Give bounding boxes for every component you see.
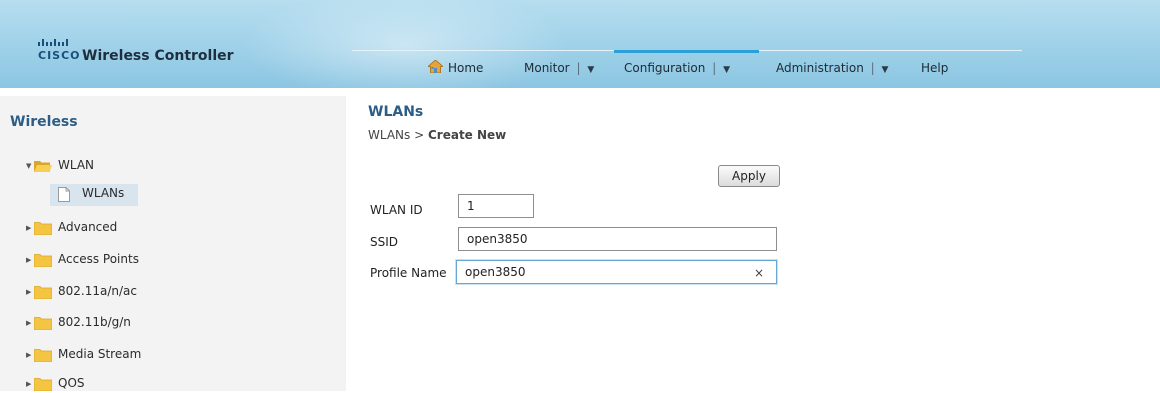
folder-icon [34,377,52,391]
tree-item-label: Access Points [58,252,139,266]
breadcrumb-separator: > [414,128,425,142]
cisco-wordmark: CISCO [38,49,81,62]
ssid-label: SSID [370,235,399,249]
dropdown-arrow-icon: ▼ [587,65,595,75]
nav-monitor-label: Monitor [524,61,570,75]
folder-icon [34,221,52,235]
cisco-logo: CISCO [38,36,80,62]
nav-home[interactable]: Home [448,61,483,75]
home-icon[interactable] [428,60,443,73]
tree-item-qos[interactable]: ▶ QOS [26,374,85,392]
tree-item-label: 802.11b/g/n [58,315,131,329]
clear-input-icon[interactable]: × [754,266,764,280]
folder-icon [34,253,52,267]
folder-icon [34,316,52,330]
dropdown-arrow-icon: ▼ [881,65,889,75]
wlan-id-field[interactable] [458,194,534,218]
expand-arrow-right-icon[interactable]: ▶ [26,314,34,332]
breadcrumb-current: Create New [427,128,507,142]
ssid-field[interactable] [458,227,777,251]
expand-arrow-down-icon[interactable]: ▼ [26,157,34,175]
tree-item-access-points[interactable]: ▶ Access Points [26,250,139,268]
tree-item-wlans-label[interactable]: WLANs [82,186,124,200]
tree-item-wlan[interactable]: ▼ WLAN [26,156,94,174]
nav-help[interactable]: Help [921,61,948,75]
tree-item-label: Advanced [58,220,118,234]
app-title: Wireless Controller [82,48,234,64]
tree-item-media-stream[interactable]: ▶ Media Stream [26,345,141,363]
profile-name-field[interactable] [456,260,777,284]
expand-arrow-right-icon[interactable]: ▶ [26,283,34,301]
expand-arrow-right-icon[interactable]: ▶ [26,346,34,364]
nav-separator: | [576,61,581,75]
nav-monitor[interactable]: Monitor | ▼ [524,61,594,75]
document-icon [58,187,70,202]
nav-administration-label: Administration [776,61,864,75]
tree-item-label: WLAN [58,158,95,172]
page-title: WLANs [368,104,424,120]
expand-arrow-right-icon[interactable]: ▶ [26,251,34,269]
tree-item-label: 802.11a/n/ac [58,284,137,298]
breadcrumb-parent[interactable]: WLANs [368,128,410,142]
nav-active-indicator [614,50,759,53]
tree-item-label: Media Stream [58,347,142,361]
tree-item-label: QOS [58,376,85,390]
nav-configuration[interactable]: Configuration | ▼ [624,61,730,75]
sidebar-title: Wireless [10,114,78,130]
cisco-bars-icon [38,39,68,46]
breadcrumb: WLANs > Create New [368,128,506,142]
dropdown-arrow-icon: ▼ [723,65,731,75]
tree-item-advanced[interactable]: ▶ Advanced [26,218,117,236]
nav-configuration-label: Configuration [624,61,706,75]
folder-icon [34,348,52,362]
nav-separator: | [870,61,875,75]
apply-button[interactable]: Apply [718,165,780,187]
expand-arrow-right-icon[interactable]: ▶ [26,219,34,237]
nav-administration[interactable]: Administration | ▼ [776,61,888,75]
tree-item-80211b[interactable]: ▶ 802.11b/g/n [26,313,131,331]
folder-open-icon [34,160,52,172]
nav-separator: | [712,61,717,75]
folder-icon [34,285,52,299]
expand-arrow-right-icon[interactable]: ▶ [26,375,34,393]
profile-name-label: Profile Name [370,266,447,280]
wlan-id-label: WLAN ID [370,203,423,217]
tree-item-80211a[interactable]: ▶ 802.11a/n/ac [26,282,137,300]
